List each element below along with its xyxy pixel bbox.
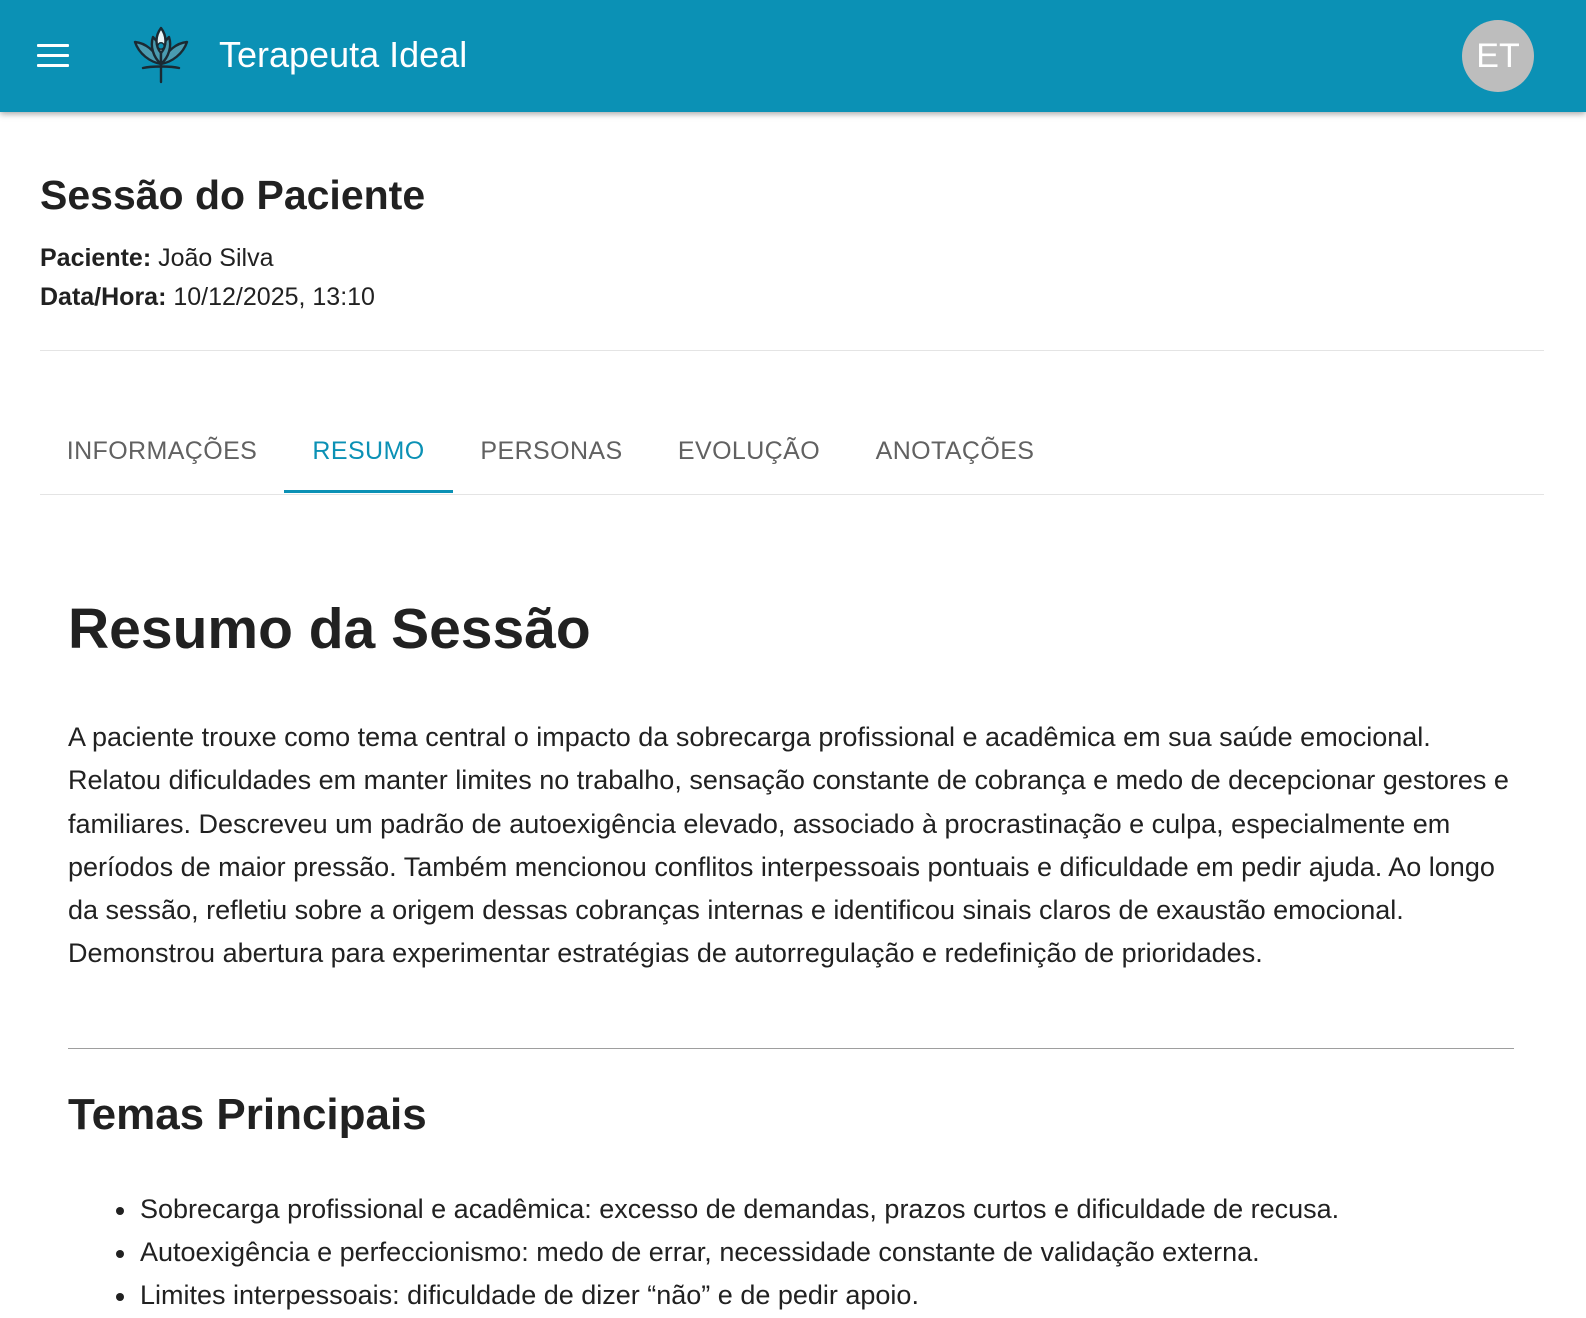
app-title: Terapeuta Ideal xyxy=(219,34,468,75)
tab-anotacoes[interactable]: ANOTAÇÕES xyxy=(848,408,1062,494)
list-item: Sobrecarga profissional e acadêmica: exc… xyxy=(115,1188,1339,1231)
session-datetime: 10/12/2025, 13:10 xyxy=(173,283,375,311)
active-tab-indicator xyxy=(284,490,453,493)
datetime-label: Data/Hora: xyxy=(40,283,167,311)
tab-personas[interactable]: PERSONAS xyxy=(453,408,650,494)
user-avatar[interactable]: ET xyxy=(1462,20,1534,92)
themes-title: Temas Principais xyxy=(68,1090,427,1139)
patient-info: Paciente: João Silva xyxy=(40,244,273,273)
summary-title: Resumo da Sessão xyxy=(68,597,591,661)
patient-label: Paciente: xyxy=(40,244,152,272)
tab-resumo[interactable]: RESUMO xyxy=(284,408,453,494)
session-datetime-info: Data/Hora: 10/12/2025, 13:10 xyxy=(40,283,375,312)
page-title: Sessão do Paciente xyxy=(40,172,426,218)
section-divider xyxy=(68,1048,1514,1049)
summary-text: A paciente trouxe como tema central o im… xyxy=(68,722,1509,969)
list-item: Limites interpessoais: dificuldade de di… xyxy=(115,1274,1339,1317)
tab-informacoes[interactable]: INFORMAÇÕES xyxy=(40,408,284,494)
themes-list: Sobrecarga profissional e acadêmica: exc… xyxy=(115,1188,1339,1317)
header-divider xyxy=(40,350,1544,351)
list-item: Autoexigência e perfeccionismo: medo de … xyxy=(115,1231,1339,1274)
app-bar: Terapeuta Ideal ET xyxy=(0,0,1586,112)
lotus-logo-icon xyxy=(133,26,189,84)
tabs-divider xyxy=(40,494,1544,495)
hamburger-menu-icon[interactable] xyxy=(28,34,78,78)
patient-name: João Silva xyxy=(158,244,274,272)
tab-evolucao[interactable]: EVOLUÇÃO xyxy=(650,408,848,494)
